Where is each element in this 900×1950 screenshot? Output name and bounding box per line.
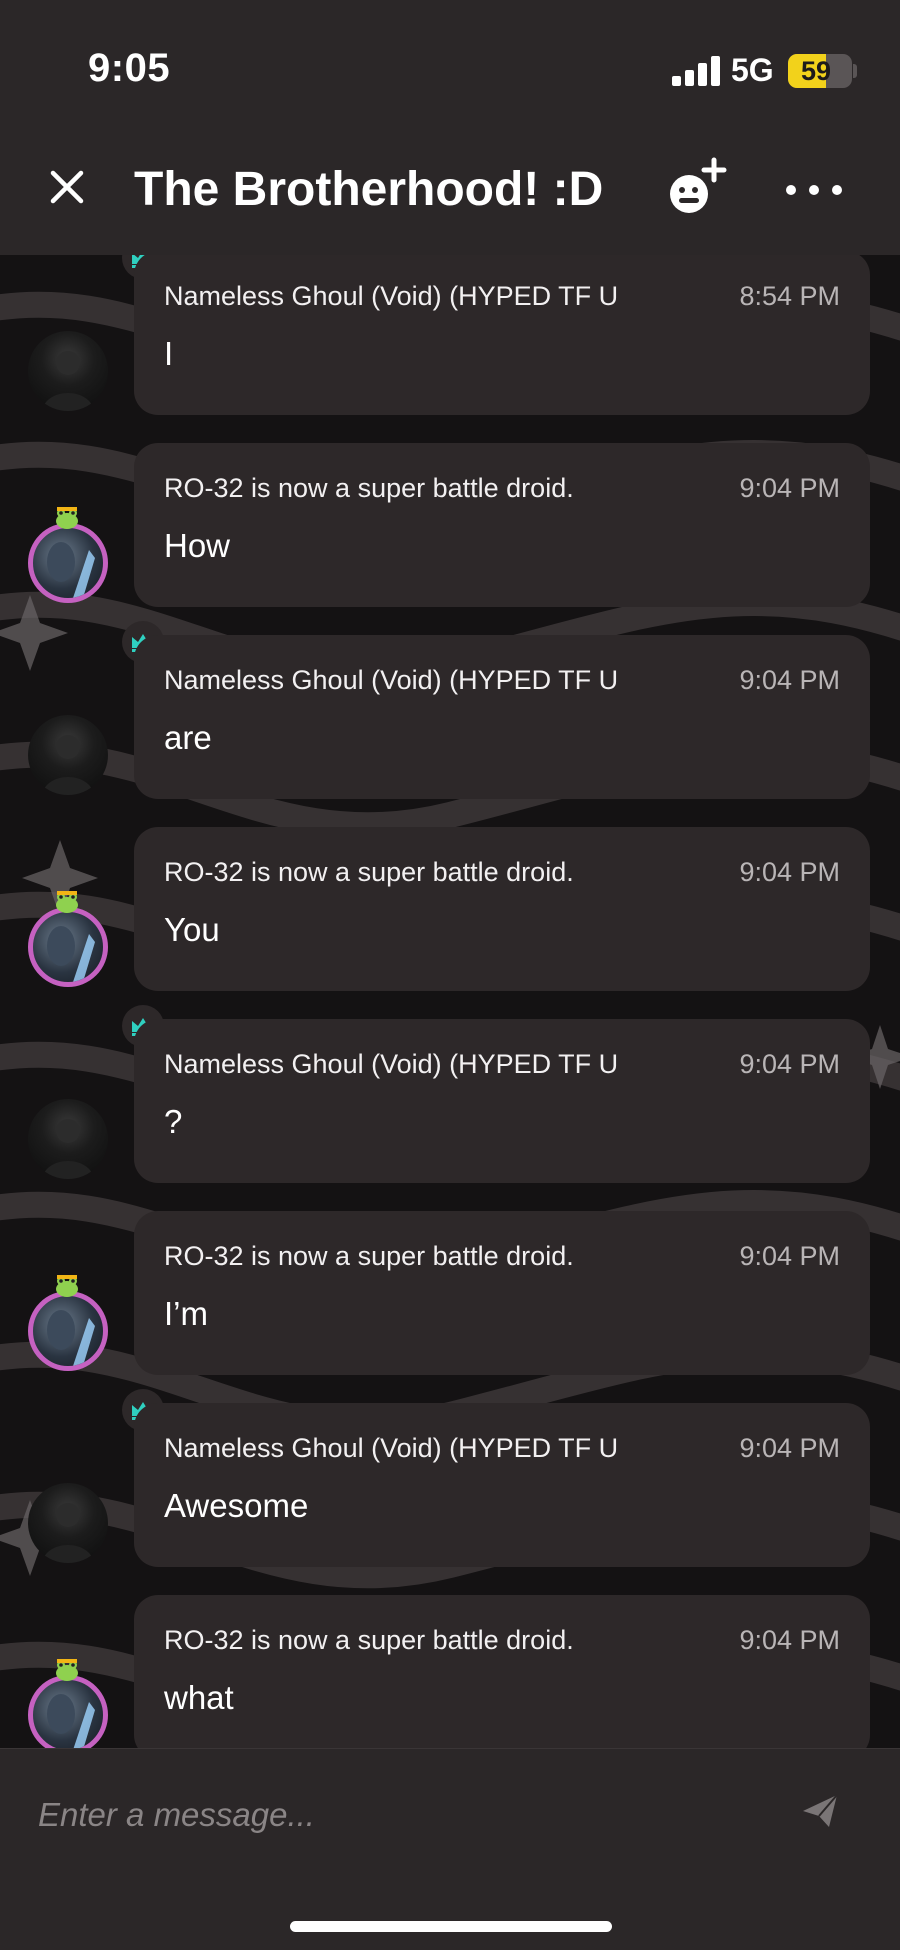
frog-badge-icon — [56, 507, 78, 529]
sender-name[interactable]: Nameless Ghoul (Void) (HYPED TF U — [164, 1433, 704, 1464]
message-bubble[interactable]: RO-32 is now a super battle droid. 9:04 … — [134, 827, 870, 991]
avatar[interactable] — [28, 1291, 108, 1371]
avatar[interactable] — [28, 1483, 108, 1563]
person-avatar-icon — [42, 351, 94, 411]
frog-badge-icon — [56, 891, 78, 913]
message-bubble[interactable]: Nameless Ghoul (Void) (HYPED TF U 8:54 P… — [134, 255, 870, 415]
close-icon — [50, 170, 84, 204]
add-member-button[interactable] — [664, 156, 730, 222]
message-text: Awesome — [164, 1487, 309, 1524]
message-time: 9:04 PM — [739, 473, 840, 503]
sender-name[interactable]: Nameless Ghoul (Void) (HYPED TF U — [164, 281, 704, 312]
message-text: I — [164, 335, 174, 372]
battery-tip — [853, 64, 857, 78]
message-bubble[interactable]: RO-32 is now a super battle droid. 9:04 … — [134, 1211, 870, 1375]
message-time: 9:04 PM — [739, 857, 840, 887]
add-member-icon — [670, 157, 727, 213]
battery-level: 59 — [800, 56, 832, 86]
battery-icon: 59 — [788, 54, 852, 88]
app-root: 9:05 5G 59 The Brotherhood! :D Nameless … — [0, 0, 900, 1950]
message-text: You — [164, 911, 220, 948]
message-bubble[interactable]: Nameless Ghoul (Void) (HYPED TF U 9:04 P… — [134, 1019, 870, 1183]
message-time: 9:04 PM — [739, 1241, 840, 1271]
message-list: Nameless Ghoul (Void) (HYPED TF U 8:54 P… — [0, 255, 900, 1748]
status-time: 9:05 — [88, 46, 171, 90]
message-row: Nameless Ghoul (Void) (HYPED TF U 9:04 P… — [0, 1005, 900, 1211]
message-time: 8:54 PM — [739, 281, 840, 311]
frog-badge-icon — [56, 1659, 78, 1681]
status-bar: 9:05 5G 59 — [0, 0, 900, 120]
message-row: RO-32 is now a super battle droid. 9:04 … — [0, 827, 900, 1019]
avatar[interactable] — [28, 1675, 108, 1748]
sender-name[interactable]: Nameless Ghoul (Void) (HYPED TF U — [164, 1049, 704, 1080]
message-row: Nameless Ghoul (Void) (HYPED TF U 8:54 P… — [0, 255, 900, 443]
message-text: what — [164, 1679, 234, 1716]
message-composer — [0, 1748, 900, 1950]
home-indicator[interactable] — [290, 1921, 612, 1932]
droid-avatar-icon — [47, 926, 95, 982]
message-bubble[interactable]: Nameless Ghoul (Void) (HYPED TF U 9:04 P… — [134, 635, 870, 799]
person-avatar-icon — [42, 735, 94, 795]
message-row: Nameless Ghoul (Void) (HYPED TF U 9:04 P… — [0, 621, 900, 827]
sender-name[interactable]: RO-32 is now a super battle droid. — [164, 857, 704, 888]
message-bubble[interactable]: RO-32 is now a super battle droid. 9:04 … — [134, 1595, 870, 1748]
send-button[interactable] — [800, 1791, 848, 1839]
more-options-button[interactable] — [786, 170, 842, 210]
sender-name[interactable]: Nameless Ghoul (Void) (HYPED TF U — [164, 665, 704, 696]
droid-avatar-icon — [47, 542, 95, 598]
sender-name[interactable]: RO-32 is now a super battle droid. — [164, 473, 704, 504]
message-text: are — [164, 719, 212, 756]
avatar[interactable] — [28, 715, 108, 795]
message-input[interactable] — [38, 1785, 778, 1845]
sender-name[interactable]: RO-32 is now a super battle droid. — [164, 1241, 704, 1272]
message-row: RO-32 is now a super battle droid. 9:04 … — [0, 1595, 900, 1748]
avatar[interactable] — [28, 331, 108, 411]
message-time: 9:04 PM — [739, 665, 840, 695]
more-options-icon — [786, 185, 796, 195]
message-time: 9:04 PM — [739, 1433, 840, 1463]
message-bubble[interactable]: RO-32 is now a super battle droid. 9:04 … — [134, 443, 870, 607]
chat-title: The Brotherhood! :D — [134, 163, 604, 216]
person-avatar-icon — [42, 1119, 94, 1179]
message-text: I’m — [164, 1295, 208, 1332]
message-text: ? — [164, 1103, 183, 1140]
person-avatar-icon — [42, 1503, 94, 1563]
frog-badge-icon — [56, 1275, 78, 1297]
droid-avatar-icon — [47, 1694, 95, 1748]
message-row: RO-32 is now a super battle droid. 9:04 … — [0, 1211, 900, 1403]
network-label: 5G — [731, 52, 774, 88]
droid-avatar-icon — [47, 1310, 95, 1366]
message-time: 9:04 PM — [739, 1049, 840, 1079]
message-row: Nameless Ghoul (Void) (HYPED TF U 9:04 P… — [0, 1389, 900, 1595]
avatar[interactable] — [28, 907, 108, 987]
message-row: RO-32 is now a super battle droid. 9:04 … — [0, 443, 900, 635]
chat-header: The Brotherhood! :D — [0, 120, 900, 255]
message-bubble[interactable]: Nameless Ghoul (Void) (HYPED TF U 9:04 P… — [134, 1403, 870, 1567]
sender-name[interactable]: RO-32 is now a super battle droid. — [164, 1625, 704, 1656]
signal-icon — [672, 56, 720, 86]
send-icon — [803, 1794, 838, 1827]
message-text: How — [164, 527, 231, 564]
avatar[interactable] — [28, 1099, 108, 1179]
chat-area[interactable]: Nameless Ghoul (Void) (HYPED TF U 8:54 P… — [0, 255, 900, 1748]
close-button[interactable] — [40, 160, 94, 214]
avatar[interactable] — [28, 523, 108, 603]
message-time: 9:04 PM — [739, 1625, 840, 1655]
